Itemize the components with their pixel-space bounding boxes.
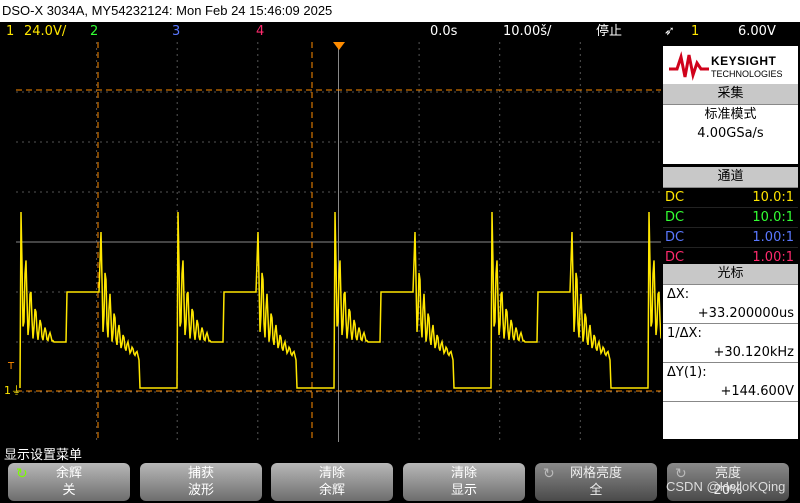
trigger-edge-icon: ➶ (664, 24, 675, 39)
softkey-value: 余辉 (318, 483, 345, 498)
rotate-icon: ↻ (16, 466, 28, 482)
delta-x-value: +33.200000us (663, 304, 798, 324)
time-scale[interactable]: 10.00š/ (503, 22, 551, 42)
channel-panel[interactable]: 通道 DC 10.0:1 DC 10.0:1 DC 1.00:1 DC 1.00… (663, 167, 798, 268)
acquisition-mode: 标准模式 (704, 107, 757, 122)
softkey-value: 波形 (187, 483, 214, 498)
softkey-value: 显示 (450, 483, 477, 498)
inverse-delta-x-label: 1/ΔX: (667, 326, 702, 341)
ch3-coupling: DC (665, 230, 685, 245)
ch3-number[interactable]: 3 (172, 22, 180, 42)
delta-y-label: ΔY(1): (667, 365, 707, 380)
run-state[interactable]: 停止 (596, 22, 622, 42)
right-sidebar: KEYSIGHT TECHNOLOGIES 采集 标准模式 4.00GSa/s … (661, 42, 800, 442)
keysight-wave-icon (669, 51, 709, 81)
ch3-probe: 1.00:1 (752, 230, 794, 245)
channel-row: DC 10.0:1 (663, 188, 798, 208)
ch2-number[interactable]: 2 (90, 22, 98, 42)
channel-row: DC 10.0:1 (663, 208, 798, 228)
trigger-level-marker: T (8, 361, 15, 372)
trigger-channel: 1 (691, 24, 700, 39)
ch1-ground-marker[interactable]: 1⏚ (4, 382, 22, 398)
softkey-value: 全 (589, 483, 603, 498)
softkey-clear-persistence[interactable]: 清除 余辉 (271, 463, 393, 501)
time-delay[interactable]: 0.0s (430, 22, 457, 42)
softkey-clear-display[interactable]: 清除 显示 (403, 463, 525, 501)
acquisition-panel[interactable]: 采集 标准模式 4.00GSa/s (663, 84, 798, 164)
ch1-coupling: DC (665, 190, 685, 205)
softkey-label: 捕获 (187, 466, 214, 481)
softkey-value: 关 (62, 483, 76, 498)
delta-x-label: ΔX: (667, 287, 690, 302)
softkey-persistence[interactable]: ↻ 余辉 关 (8, 463, 130, 501)
rotate-icon: ↻ (543, 466, 555, 482)
trigger-position-marker[interactable] (333, 42, 345, 50)
softkey-label: 清除 (450, 466, 477, 481)
cursor-panel[interactable]: 光标 ΔX: +33.200000us 1/ΔX: +30.120kHz ΔY(… (663, 264, 798, 439)
ch1-probe: 10.0:1 (752, 190, 794, 205)
graticule-grid (16, 42, 661, 442)
channel-status-bar: 1 24.0V/ 2 3 4 0.0s 10.00š/ 停止 ➶ 1 6.00V (0, 22, 800, 42)
ch4-number[interactable]: 4 (256, 22, 264, 42)
softkey-grid-brightness[interactable]: ↻ 网格亮度 全 (535, 463, 657, 501)
logo-brand: KEYSIGHT (711, 54, 777, 68)
channel-header: 通道 (663, 167, 798, 188)
channel-row: DC 1.00:1 (663, 228, 798, 248)
sample-rate: 4.00GSa/s (697, 126, 764, 141)
waveform-display[interactable] (16, 42, 662, 442)
ch2-probe: 10.0:1 (752, 210, 794, 225)
acquisition-header: 采集 (663, 84, 798, 105)
softkey-label: 清除 (318, 466, 345, 481)
inverse-delta-x-value: +30.120kHz (663, 343, 798, 363)
ch1-number[interactable]: 1 (6, 22, 14, 42)
ch1-scale[interactable]: 24.0V/ (24, 22, 66, 42)
cursor-header: 光标 (663, 264, 798, 285)
ch2-coupling: DC (665, 210, 685, 225)
delta-y-value: +144.600V (663, 382, 798, 402)
trigger-level[interactable]: 6.00V (738, 22, 776, 42)
graticule-and-trace (16, 42, 662, 442)
window-title: DSO-X 3034A, MY54232124: Mon Feb 24 15:4… (0, 0, 800, 22)
watermark: CSDN @HelloKQing (666, 479, 786, 494)
softkey-capture-waveform[interactable]: 捕获 波形 (140, 463, 262, 501)
ch1-waveform (19, 211, 662, 389)
keysight-logo: KEYSIGHT TECHNOLOGIES (663, 46, 798, 86)
menu-title: 显示设置菜单 (4, 448, 83, 463)
logo-subtitle: TECHNOLOGIES (711, 69, 783, 79)
